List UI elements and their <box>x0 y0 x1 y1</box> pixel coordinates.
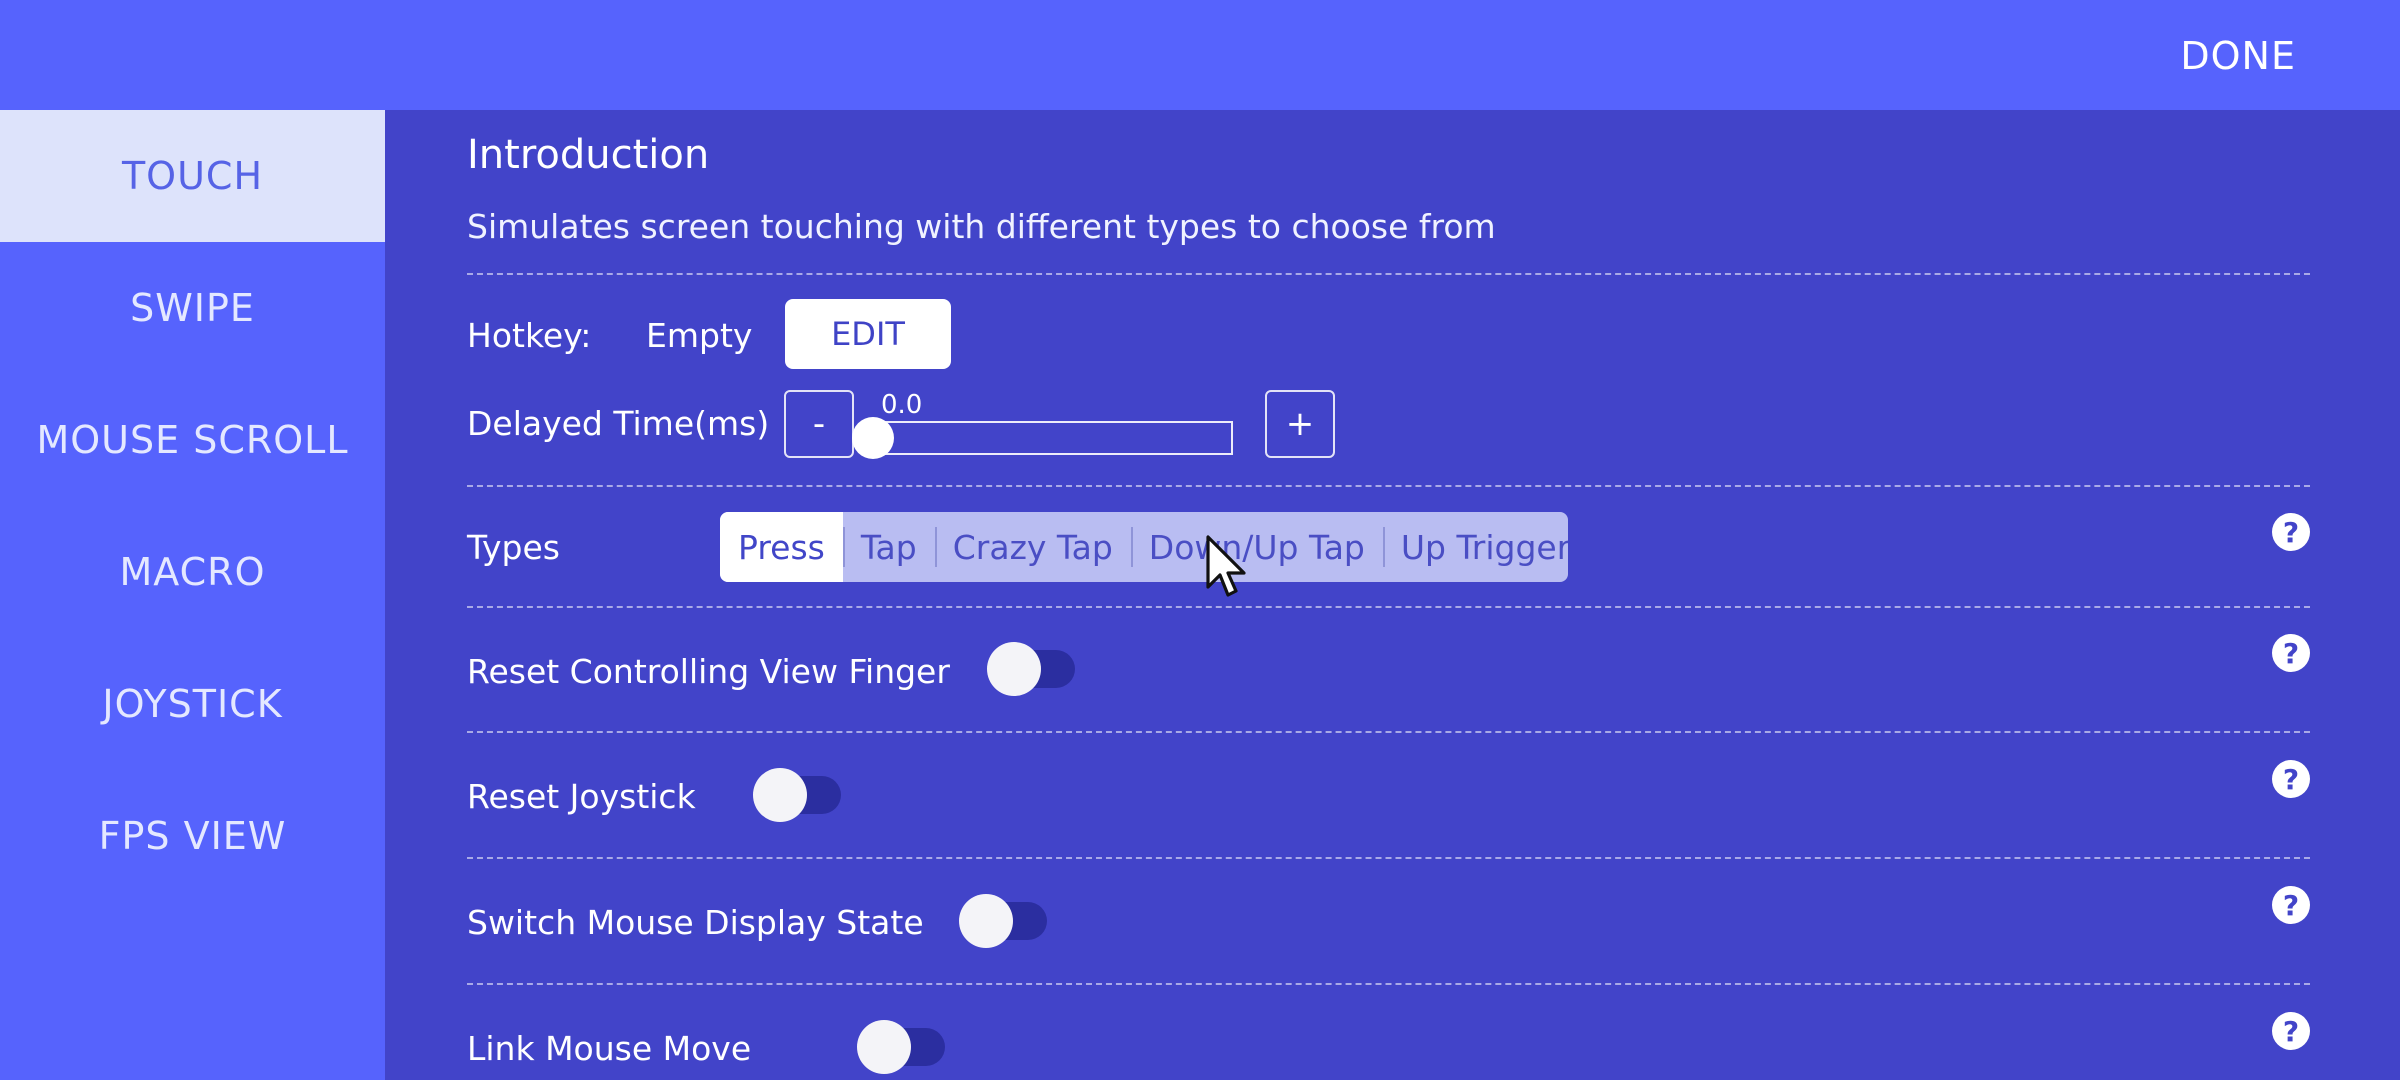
link-mouse-move-label: Link Mouse Move <box>467 1029 752 1068</box>
toggle-knob <box>857 1020 911 1074</box>
question-circle-icon[interactable]: ? <box>2272 1012 2310 1050</box>
delay-slider-handle[interactable] <box>852 417 894 459</box>
link-mouse-move-toggle[interactable] <box>857 1020 945 1074</box>
hotkey-label: Hotkey: <box>467 316 592 355</box>
reset-joystick-toggle[interactable] <box>753 768 841 822</box>
types-label: Types <box>467 528 560 567</box>
reset-joystick-label: Reset Joystick <box>467 777 696 816</box>
divider <box>467 731 2310 733</box>
type-option-crazy-tap[interactable]: Crazy Tap <box>934 512 1131 582</box>
type-option-tap[interactable]: Tap <box>842 512 935 582</box>
reset-view-finger-label: Reset Controlling View Finger <box>467 652 950 691</box>
intro-title: Introduction <box>467 132 710 178</box>
sidebar-item-touch[interactable]: TOUCH <box>0 110 385 242</box>
divider <box>467 606 2310 608</box>
sidebar-item-fps-view[interactable]: FPS VIEW <box>0 770 385 902</box>
question-circle-icon[interactable]: ? <box>2272 513 2310 551</box>
done-button[interactable]: DONE <box>2180 28 2296 84</box>
mouse-display-label: Switch Mouse Display State <box>467 903 924 942</box>
divider <box>467 273 2310 275</box>
delay-decrement-button[interactable]: - <box>784 390 854 458</box>
toggle-knob <box>987 642 1041 696</box>
intro-description: Simulates screen touching with different… <box>467 207 1496 246</box>
sidebar-item-mouse-scroll[interactable]: MOUSE SCROLL <box>0 374 385 506</box>
hotkey-value: Empty <box>646 316 753 355</box>
sidebar-item-joystick[interactable]: JOYSTICK <box>0 638 385 770</box>
top-bar: DONE <box>0 0 2400 110</box>
divider <box>467 485 2310 487</box>
type-option-up-trigger[interactable]: Up Trigger <box>1382 512 1568 582</box>
edit-hotkey-button[interactable]: EDIT <box>785 299 951 369</box>
toggle-knob <box>753 768 807 822</box>
sidebar-item-macro[interactable]: MACRO <box>0 506 385 638</box>
question-circle-icon[interactable]: ? <box>2272 886 2310 924</box>
delay-increment-button[interactable]: + <box>1265 390 1335 458</box>
divider <box>467 857 2310 859</box>
question-circle-icon[interactable]: ? <box>2272 760 2310 798</box>
question-circle-icon[interactable]: ? <box>2272 634 2310 672</box>
type-option-press[interactable]: Press <box>720 512 843 582</box>
type-option-down-up-tap[interactable]: Down/Up Tap <box>1130 512 1383 582</box>
delay-value: 0.0 <box>881 390 923 420</box>
delay-label: Delayed Time(ms) <box>467 404 770 443</box>
reset-view-finger-toggle[interactable] <box>987 642 1075 696</box>
divider <box>467 983 2310 985</box>
sidebar: TOUCH SWIPE MOUSE SCROLL MACRO JOYSTICK … <box>0 110 385 1080</box>
types-segmented-control: Press Tap Crazy Tap Down/Up Tap Up Trigg… <box>720 512 1568 582</box>
sidebar-item-swipe[interactable]: SWIPE <box>0 242 385 374</box>
delay-slider-track[interactable] <box>871 421 1233 455</box>
mouse-pointer-icon <box>1206 535 1246 597</box>
toggle-knob <box>959 894 1013 948</box>
mouse-display-toggle[interactable] <box>959 894 1047 948</box>
